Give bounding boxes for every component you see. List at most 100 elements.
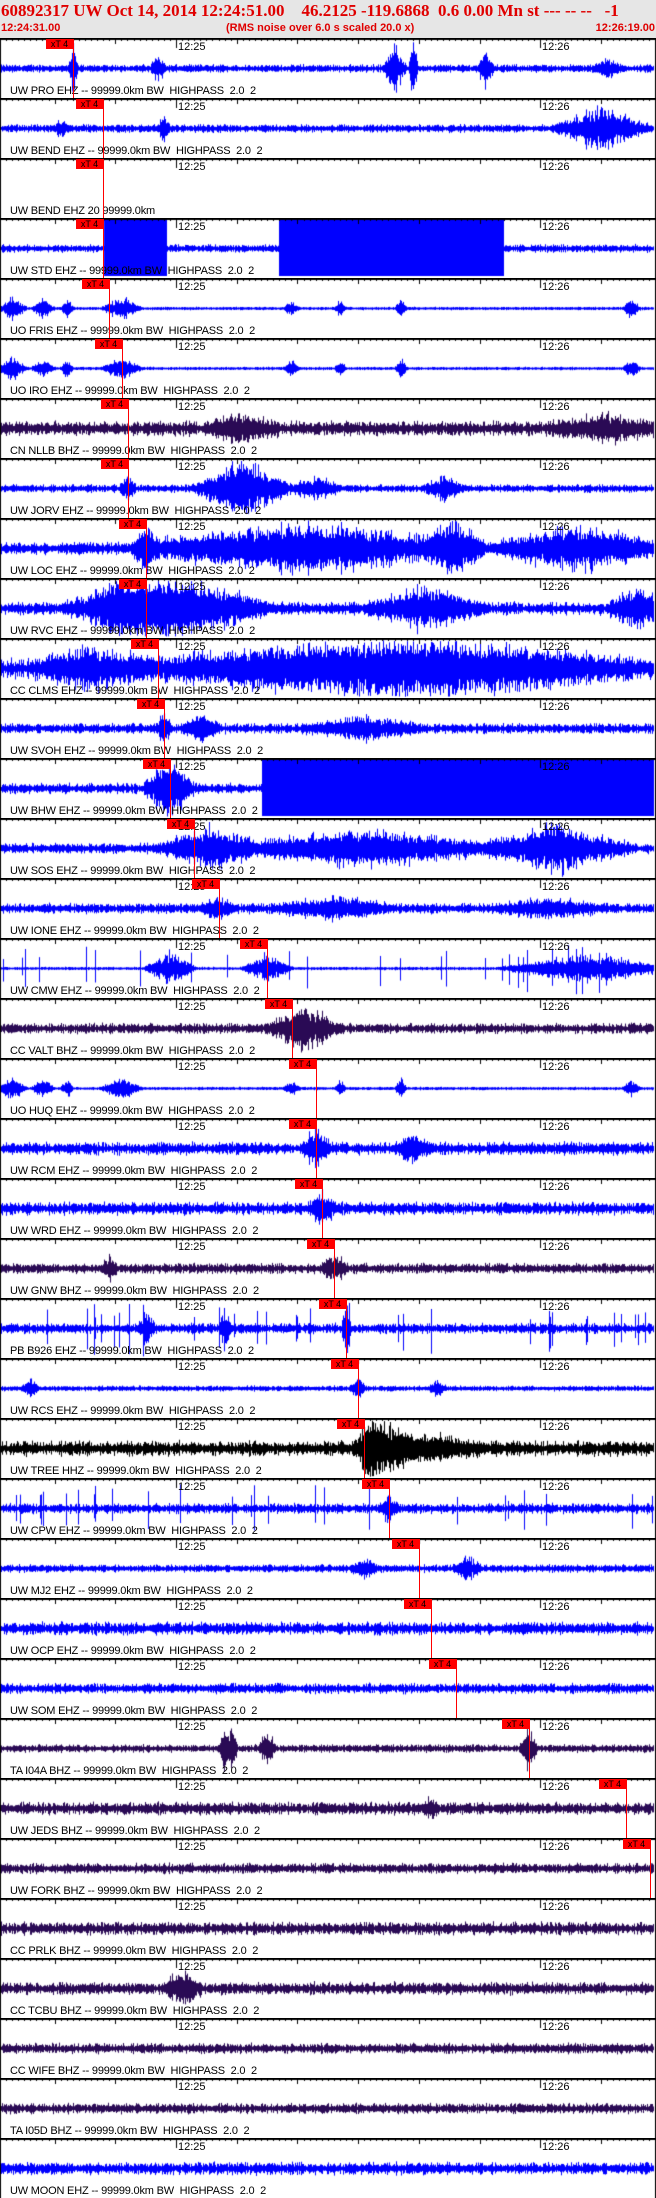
trace-row: 12:25 12:26 UW MOON EHZ -- 99999.0km BW HI… [0, 2138, 656, 2198]
pick-marker[interactable]: xT 4 [76, 159, 103, 169]
station-label: UW RCM EHZ -- 99999.0km BW HIGHPASS 2.0 … [10, 1165, 258, 1177]
pick-line [128, 399, 129, 459]
pick-marker[interactable]: xT 4 [101, 459, 128, 469]
time-tick-label: 12:25 [178, 1361, 206, 1373]
station-label: UW SVOH EHZ -- 99999.0km BW HIGHPASS 2.0… [10, 745, 264, 757]
pick-marker[interactable]: xT 4 [289, 1119, 316, 1129]
pick-marker[interactable]: xT 4 [167, 819, 194, 829]
trace-row: 12:25 12:26 UW SOM EHZ -- 99999.0km BW HIG… [0, 1658, 656, 1719]
pick-marker[interactable]: xT 4 [392, 1539, 419, 1549]
pick-marker[interactable]: xT 4 [76, 219, 103, 229]
pick-marker[interactable]: xT 4 [502, 1719, 529, 1729]
pick-line [431, 1599, 432, 1659]
time-tick-label: 12:25 [178, 1001, 206, 1013]
time-tick-label: 12:26 [542, 1061, 570, 1073]
trace-row: 12:25 12:26 UO IRO EHZ -- 99999.0km BW HIG… [0, 338, 656, 399]
time-tick-label: 12:26 [542, 401, 570, 413]
time-tick-label: 12:26 [542, 1541, 570, 1553]
pick-line [419, 1539, 420, 1599]
pick-marker[interactable]: xT 4 [429, 1659, 456, 1669]
pick-marker[interactable]: xT 4 [137, 699, 164, 709]
pick-marker[interactable]: xT 4 [82, 279, 109, 289]
time-tick-label: 12:26 [542, 101, 570, 113]
pick-marker[interactable]: xT 4 [95, 339, 122, 349]
pick-line [170, 759, 171, 819]
pick-line [103, 159, 104, 219]
end-time: 12:26:19.00 [595, 22, 655, 34]
pick-marker[interactable]: xT 4 [119, 519, 146, 529]
time-tick-label: 12:26 [542, 2081, 570, 2093]
pick-marker[interactable]: xT 4 [265, 999, 292, 1009]
trace-row: 12:25 12:26 UW WRD EHZ -- 99999.0km BW HIG… [0, 1178, 656, 1239]
time-tick-label: 12:26 [542, 221, 570, 233]
pick-marker[interactable]: xT 4 [599, 1779, 626, 1789]
time-tick-label: 12:26 [542, 1841, 570, 1853]
time-tick-label: 12:26 [542, 281, 570, 293]
trace-row: 12:25 12:26 UW RCS EHZ -- 99999.0km BW HIG… [0, 1358, 656, 1419]
pick-line [364, 1419, 365, 1479]
pick-marker[interactable]: xT 4 [143, 759, 170, 769]
time-tick-label: 12:26 [542, 1661, 570, 1673]
time-tick-label: 12:26 [542, 941, 570, 953]
pick-marker[interactable]: xT 4 [319, 1299, 346, 1309]
trace-row: 12:25 12:26 PB B926 EHZ -- 99999.0km BW HI… [0, 1298, 656, 1359]
pick-line [267, 939, 268, 999]
trace-row: 12:25 12:26 UW RCM EHZ -- 99999.0km BW HIG… [0, 1118, 656, 1179]
pick-marker[interactable]: xT 4 [46, 39, 73, 49]
pick-marker[interactable]: xT 4 [295, 1179, 322, 1189]
time-tick-label: 12:26 [542, 41, 570, 53]
pick-line [122, 339, 123, 399]
station-label: UW OCP EHZ -- 99999.0km BW HIGHPASS 2.0 … [10, 1645, 256, 1657]
pick-marker[interactable]: xT 4 [289, 1059, 316, 1069]
station-label: UW CMW EHZ -- 99999.0km BW HIGHPASS 2.0 … [10, 985, 260, 997]
pick-line [316, 1059, 317, 1119]
pick-line [146, 579, 147, 639]
time-tick-label: 12:26 [542, 761, 570, 773]
pick-marker[interactable]: xT 4 [331, 1359, 358, 1369]
pick-line [316, 1119, 317, 1179]
pick-marker[interactable]: xT 4 [337, 1419, 364, 1429]
trace-row: 12:25 12:26 UW TREE HHZ -- 99999.0km BW HI… [0, 1418, 656, 1479]
station-label: UO HUQ EHZ -- 99999.0km BW HIGHPASS 2.0 … [10, 1105, 255, 1117]
time-tick-label: 12:26 [542, 1301, 570, 1313]
pick-marker[interactable]: xT 4 [192, 879, 219, 889]
pick-line [219, 879, 220, 939]
trace-row: 12:25 12:26 TA I05D BHZ -- 99999.0km BW HI… [0, 2078, 656, 2138]
time-tick-label: 12:25 [178, 1601, 206, 1613]
time-tick-label: 12:25 [178, 1721, 206, 1733]
pick-marker[interactable]: xT 4 [240, 939, 267, 949]
pick-marker[interactable]: xT 4 [362, 1479, 389, 1489]
station-label: UW JORV EHZ -- 99999.0km BW HIGHPASS 2.0… [10, 505, 261, 517]
trace-row: 12:25 12:26 UW JORV EHZ -- 99999.0km BW HI… [0, 458, 656, 519]
pick-marker[interactable]: xT 4 [131, 639, 158, 649]
time-tick-label: 12:26 [542, 1001, 570, 1013]
time-tick-label: 12:25 [178, 461, 206, 473]
pick-line [358, 1359, 359, 1419]
pick-marker[interactable]: xT 4 [119, 579, 146, 589]
pick-marker[interactable]: xT 4 [404, 1599, 431, 1609]
time-tick-label: 12:26 [542, 1181, 570, 1193]
station-label: UW BEND EHZ -- 99999.0km BW HIGHPASS 2.0… [10, 145, 263, 157]
station-label: UW PRO EHZ -- 99999.0km BW HIGHPASS 2.0 … [10, 85, 256, 97]
trace-row: 12:25 12:26 TA I04A BHZ -- 99999.0km BW HI… [0, 1718, 656, 1779]
pick-line [322, 1179, 323, 1239]
time-tick-label: 12:25 [178, 1781, 206, 1793]
pick-marker[interactable]: xT 4 [76, 99, 103, 109]
time-tick-label: 12:25 [178, 341, 206, 353]
time-tick-label: 12:25 [178, 1421, 206, 1433]
station-label: UW STD EHZ -- 99999.0km BW HIGHPASS 2.0 … [10, 265, 255, 277]
trace-row: 12:25 12:26 UW RVC EHZ -- 99999.0km BW HIG… [0, 578, 656, 639]
station-label: UO FRIS EHZ -- 99999.0km BW HIGHPASS 2.0… [10, 325, 256, 337]
station-label: UW SOM EHZ -- 99999.0km BW HIGHPASS 2.0 … [10, 1705, 258, 1717]
time-tick-label: 12:25 [178, 641, 206, 653]
station-label: UW IONE EHZ -- 99999.0km BW HIGHPASS 2.0… [10, 925, 259, 937]
pick-marker[interactable]: xT 4 [101, 399, 128, 409]
time-tick-label: 12:25 [178, 1241, 206, 1253]
pick-marker[interactable]: xT 4 [623, 1839, 650, 1849]
pick-marker[interactable]: xT 4 [307, 1239, 334, 1249]
pick-line [158, 639, 159, 699]
time-tick-label: 12:26 [542, 1241, 570, 1253]
time-tick-label: 12:26 [542, 521, 570, 533]
time-tick-label: 12:25 [178, 41, 206, 53]
time-tick-label: 12:26 [542, 341, 570, 353]
